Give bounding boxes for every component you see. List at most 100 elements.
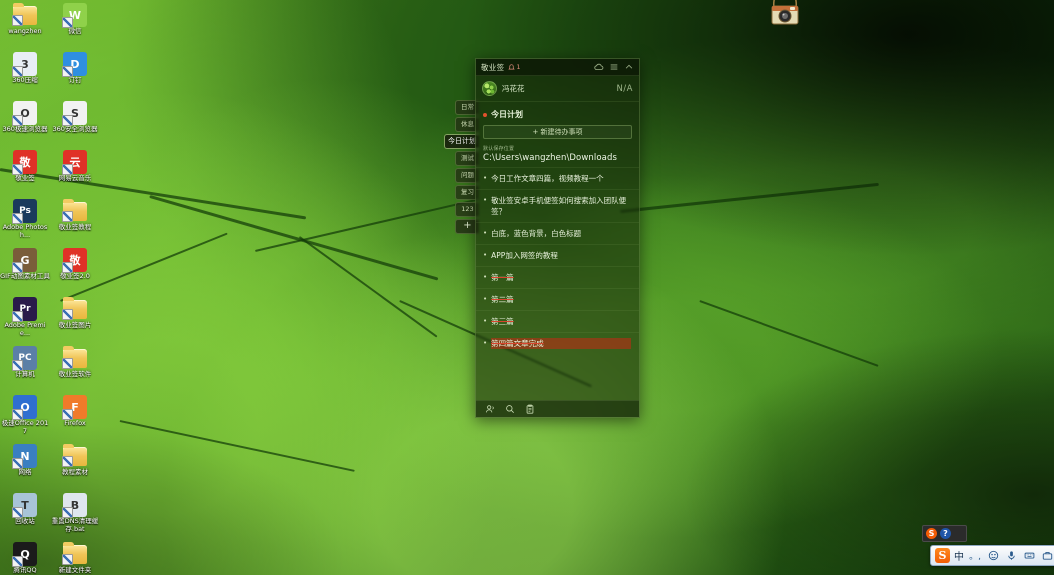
desktop-icon[interactable]: wangzhen xyxy=(0,2,50,51)
app-icon: 云 xyxy=(62,150,87,175)
todo-item[interactable]: • 第一篇 xyxy=(476,266,639,288)
avatar[interactable] xyxy=(482,81,497,96)
app-icon: N xyxy=(12,444,37,469)
todo-bullet-icon: • xyxy=(483,295,488,303)
cloud-sync-icon[interactable] xyxy=(593,62,604,73)
desktop-icon[interactable]: 敬业签教程 xyxy=(50,198,100,247)
todo-item[interactable]: • APP加入网签的教程 xyxy=(476,244,639,266)
app-icon: 敬 xyxy=(12,150,37,175)
emoji-icon[interactable] xyxy=(986,549,1000,563)
folder-icon xyxy=(62,345,87,370)
tray-popup[interactable]: S ? xyxy=(922,525,967,542)
user-profile-row[interactable]: 冯花花 N/A xyxy=(476,76,639,102)
desktop-icon-label: 腾讯QQ xyxy=(13,566,37,574)
todo-item[interactable]: • 敬业签安卓手机便签如何搜索加入团队便签？ xyxy=(476,189,639,222)
new-todo-button[interactable]: + 新建待办事项 xyxy=(483,125,632,139)
sticky-note-panel[interactable]: 敬业签 1 冯花花 N/A 今日计划 + 新建待办事项 默认保存位置 C:\Us… xyxy=(475,58,640,418)
todo-bullet-icon: • xyxy=(483,273,488,281)
app-icon: O xyxy=(12,101,37,126)
folder-icon xyxy=(62,541,87,566)
folder-icon xyxy=(62,296,87,321)
desktop-icon[interactable]: D 订钉 xyxy=(50,51,100,100)
app-icon: 敬 xyxy=(62,248,87,273)
desktop-icon[interactable]: S 360安全浏览器 xyxy=(50,100,100,149)
desktop-icon[interactable]: G GIF动图素材工具 xyxy=(0,247,50,296)
panel-footer xyxy=(476,400,639,417)
todo-item[interactable]: • 第二篇 xyxy=(476,288,639,310)
app-icon: D xyxy=(62,52,87,77)
sogou-logo-icon[interactable]: S xyxy=(935,548,950,563)
desktop-icon[interactable]: Ps Adobe Photosh... xyxy=(0,198,50,247)
desktop-icon-label: 360安全浏览器 xyxy=(52,125,98,133)
panel-header: 敬业签 1 xyxy=(476,59,639,76)
help-tray-icon[interactable]: ? xyxy=(940,528,951,539)
desktop-icon[interactable]: B 重置DNS清理缓存.bat xyxy=(50,492,100,541)
ime-mode-label[interactable]: 中 xyxy=(954,548,964,563)
desktop-icon-label: 极速Office 2017 xyxy=(1,419,49,435)
account-status: N/A xyxy=(616,83,633,94)
panel-title: 敬业签 xyxy=(481,62,505,72)
desktop-icon[interactable]: Q 腾讯QQ xyxy=(0,541,50,575)
desktop-icon[interactable]: 云网易云音乐 xyxy=(50,149,100,198)
desktop-icon[interactable]: 敬敬业签 xyxy=(0,149,50,198)
punctuation-icon[interactable]: 。, xyxy=(968,549,982,563)
desktop-icon[interactable]: 敬业签软件 xyxy=(50,345,100,394)
desktop-icon[interactable]: O 360极速浏览器 xyxy=(0,100,50,149)
desktop-icon-label: 360极速浏览器 xyxy=(2,125,48,133)
desktop-icon-label: 网易云音乐 xyxy=(58,174,92,182)
todo-text: 敬业签安卓手机便签如何搜索加入团队便签？ xyxy=(491,196,627,216)
todo-item[interactable]: • 第三篇 xyxy=(476,310,639,332)
category-tab[interactable]: 今日计划 xyxy=(444,134,479,149)
sogou-ime-toolbar[interactable]: S 中 。, xyxy=(930,545,1054,566)
app-icon: Pr xyxy=(12,297,37,322)
app-icon: S xyxy=(62,101,87,126)
app-icon: PC xyxy=(12,346,37,371)
desktop-icon-label: 敬业签教程 xyxy=(58,223,92,231)
todo-text: 第一篇 xyxy=(491,273,514,282)
todo-bullet-icon: • xyxy=(483,196,488,204)
notes-icon[interactable] xyxy=(524,404,535,415)
toolbox-icon[interactable] xyxy=(1040,549,1054,563)
desktop-icon-label: 网络 xyxy=(18,468,32,476)
desktop-icon-grid: wangzhen W 微信 3 360压缩 D 订钉 O 360极速浏览器 S 360安全浏览器敬敬… xyxy=(0,0,100,575)
todo-text: APP加入网签的教程 xyxy=(491,251,558,260)
desktop-icon[interactable]: Pr Adobe Premie... xyxy=(0,296,50,345)
desktop-icon-label: wangzhen xyxy=(8,27,42,35)
desktop-icon[interactable]: 3 360压缩 xyxy=(0,51,50,100)
notification-badge[interactable]: 1 xyxy=(508,63,521,71)
search-icon[interactable] xyxy=(504,404,515,415)
notification-count: 1 xyxy=(516,63,521,71)
desktop-icon[interactable]: W 微信 xyxy=(50,2,100,51)
desktop-icon[interactable]: O 极速Office 2017 xyxy=(0,394,50,443)
todo-item[interactable]: • 第四篇文章完成 xyxy=(476,332,639,354)
todo-item[interactable]: • 白底，蓝色背景，白色标题 xyxy=(476,222,639,244)
app-icon: O xyxy=(12,395,37,420)
desktop-icon[interactable]: 教程素材 xyxy=(50,443,100,492)
folder-glyph xyxy=(62,541,87,565)
folder-glyph xyxy=(62,345,87,369)
sogou-tray-icon[interactable]: S xyxy=(926,528,937,539)
voice-icon[interactable] xyxy=(1004,549,1018,563)
team-icon[interactable] xyxy=(484,404,495,415)
desktop-icon[interactable]: F Firefox xyxy=(50,394,100,443)
menu-icon[interactable] xyxy=(608,62,619,73)
bell-icon xyxy=(508,63,516,69)
folder-icon xyxy=(12,2,37,27)
desktop-icon-label: Adobe Premie... xyxy=(4,321,46,337)
desktop-icon[interactable]: 敬业签图片 xyxy=(50,296,100,345)
desktop-icon[interactable]: N 网络 xyxy=(0,443,50,492)
desktop-icon-label: 微信 xyxy=(68,27,82,35)
folder-glyph xyxy=(62,443,87,467)
collapse-icon[interactable] xyxy=(623,62,634,73)
todo-bullet-icon: • xyxy=(483,339,488,347)
app-icon: F xyxy=(62,395,87,420)
todo-item[interactable]: • 今日工作文章四篇，视频教程一个 xyxy=(476,167,639,189)
desktop-icon[interactable]: 敬敬业签2.0 xyxy=(50,247,100,296)
desktop-icon-label: 新建文件夹 xyxy=(58,566,92,574)
desktop-icon[interactable]: T 回收站 xyxy=(0,492,50,541)
desktop-icon[interactable]: PC 计算机 xyxy=(0,345,50,394)
default-save-path[interactable]: 默认保存位置 C:\Users\wangzhen\Downloads xyxy=(476,144,639,167)
keyboard-icon[interactable] xyxy=(1022,549,1036,563)
desktop-icon-label: 敬业签图片 xyxy=(58,321,92,329)
desktop-icon[interactable]: 新建文件夹 xyxy=(50,541,100,575)
